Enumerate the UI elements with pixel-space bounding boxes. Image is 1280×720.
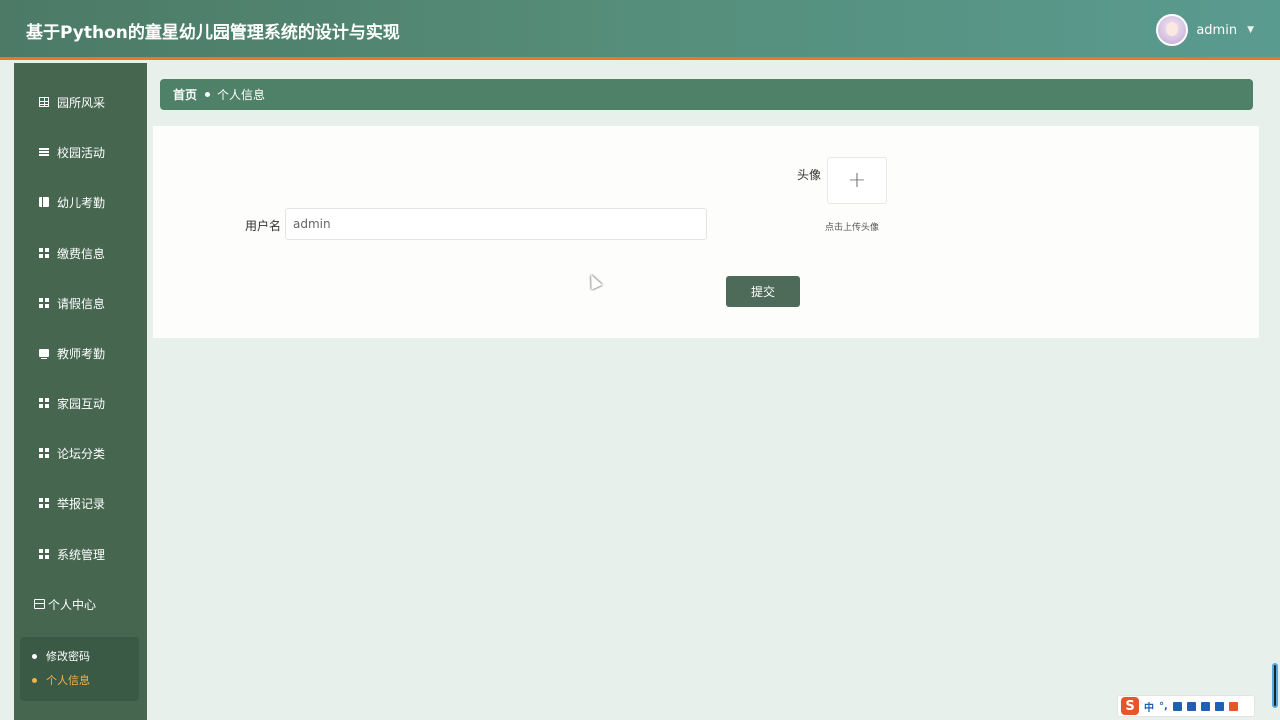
sidebar-item-label: 论坛分类 bbox=[57, 446, 106, 461]
sidebar-item-personal-center[interactable]: 个人中心 bbox=[14, 589, 147, 619]
sidebar-item-label: 系统管理 bbox=[57, 547, 106, 562]
plus-icon: + bbox=[847, 167, 867, 193]
grid-icon bbox=[39, 549, 49, 559]
breadcrumb: 首页 个人信息 bbox=[160, 79, 1253, 110]
monitor-icon bbox=[39, 349, 49, 359]
sidebar-item-leave[interactable]: 请假信息 bbox=[14, 288, 147, 318]
sidebar: 园所风采 校园活动 幼儿考勤 缴费信息 请假信息 教师考勤 家园互动 论坛分类 … bbox=[14, 63, 147, 720]
sidebar-item-label: 幼儿考勤 bbox=[57, 195, 106, 210]
app-title: 基于Python的童星幼儿园管理系统的设计与实现 bbox=[26, 23, 400, 43]
sidebar-item-campus-style[interactable]: 园所风采 bbox=[14, 87, 147, 117]
upload-hint: 点击上传头像 bbox=[825, 223, 880, 233]
grid-icon bbox=[39, 398, 49, 408]
grid-icon bbox=[39, 498, 49, 508]
chevron-down-icon[interactable]: ▼ bbox=[1247, 25, 1254, 35]
username-field-label: 用户名 bbox=[245, 219, 282, 233]
avatar-field-label: 头像 bbox=[797, 168, 822, 182]
keyboard-icon[interactable] bbox=[1186, 701, 1196, 711]
breadcrumb-current: 个人信息 bbox=[217, 88, 266, 102]
microphone-icon[interactable] bbox=[1172, 701, 1182, 711]
breadcrumb-separator-icon bbox=[205, 92, 211, 97]
sidebar-item-label: 家园互动 bbox=[57, 396, 106, 411]
sidebar-item-label: 举报记录 bbox=[57, 496, 106, 511]
sidebar-item-label: 个人中心 bbox=[48, 597, 97, 612]
sidebar-item-label: 教师考勤 bbox=[57, 346, 106, 361]
sidebar-item-label: 请假信息 bbox=[57, 296, 106, 311]
grid-icon bbox=[39, 298, 49, 308]
book-icon bbox=[39, 197, 49, 207]
list-icon bbox=[39, 147, 49, 157]
ime-toolbar[interactable]: S 中 °, bbox=[1117, 695, 1255, 717]
breadcrumb-home-link[interactable]: 首页 bbox=[173, 86, 197, 103]
ime-mode-toggle[interactable]: 中 bbox=[1144, 699, 1154, 714]
submenu-item-label: 修改密码 bbox=[46, 650, 90, 663]
sidebar-item-reports[interactable]: 举报记录 bbox=[14, 488, 147, 518]
submenu-item-label: 个人信息 bbox=[46, 674, 90, 687]
sidebar-item-label: 园所风采 bbox=[57, 95, 106, 110]
sidebar-item-teacher-attendance[interactable]: 教师考勤 bbox=[14, 338, 147, 368]
toolbox-icon[interactable] bbox=[1214, 701, 1224, 711]
username-label[interactable]: admin bbox=[1196, 23, 1237, 38]
ime-punctuation-toggle[interactable]: °, bbox=[1159, 701, 1168, 712]
sogou-logo-icon[interactable]: S bbox=[1121, 697, 1139, 715]
sidebar-item-label: 校园活动 bbox=[57, 145, 106, 160]
sidebar-item-campus-activities[interactable]: 校园活动 bbox=[14, 137, 147, 167]
bullet-icon bbox=[32, 677, 37, 683]
submenu-item-personal-info[interactable]: 个人信息 bbox=[32, 671, 90, 689]
sidebar-item-system[interactable]: 系统管理 bbox=[14, 539, 147, 569]
avatar-upload-button[interactable]: + bbox=[827, 157, 887, 204]
user-avatar[interactable] bbox=[1156, 14, 1189, 46]
grid-icon bbox=[39, 448, 49, 458]
table-icon bbox=[39, 97, 49, 107]
card-icon bbox=[34, 599, 45, 609]
profile-form-panel: 用户名 头像 + 点击上传头像 提交 bbox=[153, 126, 1259, 338]
username-input[interactable] bbox=[285, 208, 707, 240]
user-menu[interactable]: admin ▼ bbox=[1156, 12, 1254, 48]
sidebar-item-label: 缴费信息 bbox=[57, 246, 106, 261]
top-header: 基于Python的童星幼儿园管理系统的设计与实现 admin ▼ bbox=[0, 0, 1280, 60]
submit-button[interactable]: 提交 bbox=[726, 276, 800, 307]
sidebar-item-child-attendance[interactable]: 幼儿考勤 bbox=[14, 187, 147, 217]
sidebar-item-payments[interactable]: 缴费信息 bbox=[14, 238, 147, 268]
bullet-icon bbox=[32, 653, 37, 659]
grid-icon bbox=[39, 248, 49, 258]
skin-icon[interactable] bbox=[1200, 701, 1210, 711]
sidebar-item-forum-categories[interactable]: 论坛分类 bbox=[14, 438, 147, 468]
more-icon[interactable] bbox=[1228, 701, 1238, 711]
submenu-item-change-password[interactable]: 修改密码 bbox=[32, 647, 90, 665]
sidebar-item-home-school[interactable]: 家园互动 bbox=[14, 388, 147, 418]
scrollbar-thumb[interactable] bbox=[1272, 663, 1278, 708]
personal-center-submenu: 修改密码 个人信息 bbox=[20, 637, 139, 701]
